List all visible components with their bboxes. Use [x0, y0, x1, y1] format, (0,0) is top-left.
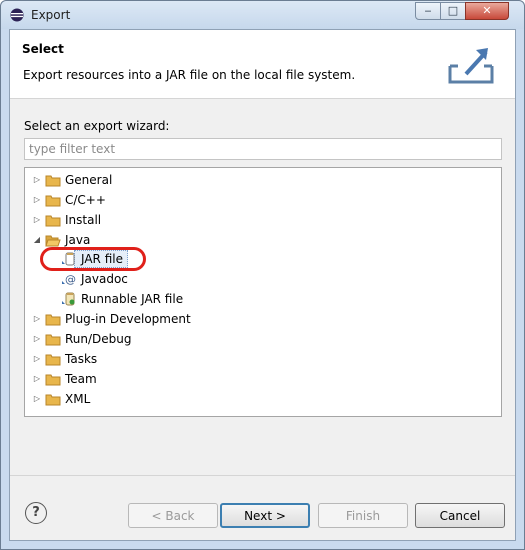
- folder-icon: [45, 374, 61, 386]
- eclipse-icon: [10, 8, 24, 22]
- tree-item-runnable-jar[interactable]: Runnable JAR file: [25, 289, 495, 309]
- highlight-annotation: [40, 247, 146, 271]
- expand-arrow-icon[interactable]: ▷: [32, 329, 42, 349]
- footer-separator: [10, 475, 515, 476]
- export-dialog: Export ‒ □ ✕ Select Export resources int…: [0, 0, 525, 550]
- tree-item-install[interactable]: ▷ Install: [25, 210, 495, 230]
- wizard-banner: Select Export resources into a JAR file …: [10, 30, 515, 99]
- tree-item-run-debug[interactable]: ▷ Run/Debug: [25, 329, 495, 349]
- folder-icon: [45, 175, 61, 187]
- tree-item-xml[interactable]: ▷ XML: [25, 389, 495, 409]
- tree-item-cpp[interactable]: ▷ C/C++: [25, 190, 495, 210]
- expand-arrow-icon[interactable]: ▷: [32, 349, 42, 369]
- tree-item-label: Team: [65, 372, 97, 386]
- help-icon[interactable]: ?: [25, 502, 47, 524]
- folder-icon: [45, 334, 61, 346]
- tree-item-label: Tasks: [65, 352, 98, 366]
- title-bar[interactable]: Export ‒ □ ✕: [1, 1, 524, 29]
- expand-arrow-icon[interactable]: ▷: [32, 389, 42, 409]
- wizard-tree[interactable]: ▷ General ▷ C/C++ ▷ Install ◢ Java JAR f…: [24, 167, 502, 417]
- folder-icon: [45, 215, 61, 227]
- back-button[interactable]: < Back: [128, 503, 218, 528]
- tree-item-javadoc[interactable]: @ Javadoc: [25, 269, 495, 289]
- tree-item-team[interactable]: ▷ Team: [25, 369, 495, 389]
- tree-item-label: Run/Debug: [65, 332, 132, 346]
- tree-item-label: XML: [65, 392, 91, 406]
- page-title: Select: [22, 42, 64, 56]
- runnable-jar-icon: [62, 292, 75, 306]
- close-button[interactable]: ✕: [465, 2, 509, 20]
- next-button[interactable]: Next >: [220, 503, 310, 528]
- window-title: Export: [31, 8, 71, 22]
- tree-item-general[interactable]: ▷ General: [25, 170, 495, 190]
- tree-item-label: Runnable JAR file: [81, 292, 184, 306]
- tree-item-label: Javadoc: [81, 272, 128, 286]
- maximize-button[interactable]: □: [440, 2, 466, 20]
- filter-input[interactable]: [24, 138, 502, 160]
- expand-arrow-icon[interactable]: ▷: [32, 170, 42, 190]
- expand-arrow-icon[interactable]: ▷: [32, 190, 42, 210]
- folder-icon: [45, 195, 61, 207]
- tree-item-label: C/C++: [65, 193, 106, 207]
- tree-item-label: General: [65, 173, 113, 187]
- cancel-button[interactable]: Cancel: [415, 503, 505, 528]
- tree-item-label: Plug-in Development: [65, 312, 191, 326]
- wizard-label: Select an export wizard:: [24, 119, 170, 133]
- dialog-body: Select Export resources into a JAR file …: [9, 29, 516, 541]
- expand-arrow-icon[interactable]: ▷: [32, 369, 42, 389]
- export-wizard-icon: [448, 48, 494, 84]
- folder-icon: [45, 354, 61, 366]
- page-description: Export resources into a JAR file on the …: [23, 68, 356, 82]
- expand-arrow-icon[interactable]: ▷: [32, 309, 42, 329]
- tree-item-plugin-development[interactable]: ▷ Plug-in Development: [25, 309, 495, 329]
- finish-button[interactable]: Finish: [318, 503, 408, 528]
- folder-icon: [45, 314, 61, 326]
- javadoc-icon: @: [62, 273, 76, 286]
- tree-item-tasks[interactable]: ▷ Tasks: [25, 349, 495, 369]
- tree-item-label: Install: [65, 213, 102, 227]
- folder-open-icon: [45, 235, 61, 247]
- collapse-arrow-icon[interactable]: ◢: [32, 230, 42, 250]
- expand-arrow-icon[interactable]: ▷: [32, 210, 42, 230]
- minimize-button[interactable]: ‒: [415, 2, 441, 20]
- folder-icon: [45, 394, 61, 406]
- svg-text:@: @: [65, 273, 76, 286]
